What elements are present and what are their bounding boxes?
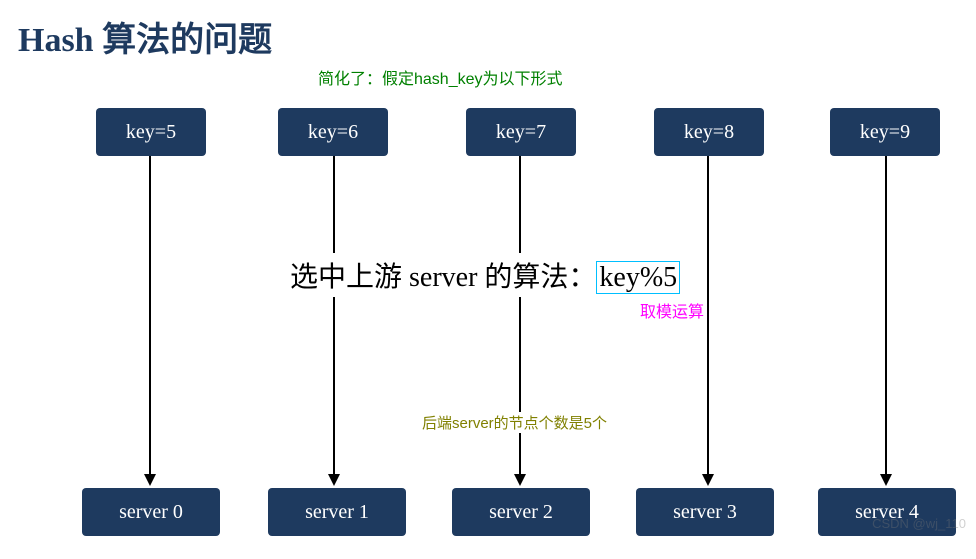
formula-expression: key%5 <box>596 261 680 294</box>
arrow-4 <box>698 156 718 488</box>
server-box-1: server 1 <box>268 488 406 536</box>
key-box-5: key=5 <box>96 108 206 156</box>
arrow-5 <box>876 156 896 488</box>
server-box-2: server 2 <box>452 488 590 536</box>
page-title: Hash 算法的问题 <box>18 12 272 61</box>
key-box-8: key=8 <box>654 108 764 156</box>
subtitle-note: 简化了：假定hash_key为以下形式 <box>318 65 563 89</box>
key-box-6: key=6 <box>278 108 388 156</box>
server-box-0: server 0 <box>82 488 220 536</box>
arrow-1 <box>140 156 160 488</box>
backend-count-note: 后端server的节点个数是5个 <box>420 412 609 433</box>
arrow-3 <box>510 156 530 488</box>
server-box-3: server 3 <box>636 488 774 536</box>
key-box-9: key=9 <box>830 108 940 156</box>
formula-prefix: 选中上游 server 的算法： <box>290 262 596 293</box>
arrow-2 <box>324 156 344 488</box>
modulo-annotation: 取模运算 <box>640 298 704 322</box>
key-box-7: key=7 <box>466 108 576 156</box>
watermark: CSDN @wj_110 <box>872 516 966 531</box>
algorithm-formula: 选中上游 server 的算法：key%5 <box>286 253 684 297</box>
